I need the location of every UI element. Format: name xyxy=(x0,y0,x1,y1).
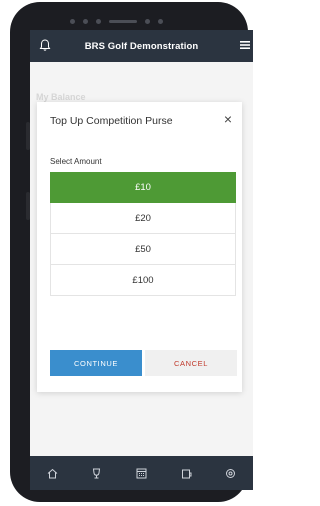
settings-icon xyxy=(226,468,236,478)
tab-settings[interactable] xyxy=(223,465,239,481)
tab-purse[interactable] xyxy=(178,465,194,481)
tab-competitions[interactable] xyxy=(89,465,105,481)
balance-heading: My Balance xyxy=(36,92,86,102)
app-screen: BRS Golf Demonstration My Balance Top Up… xyxy=(30,30,253,490)
cancel-button[interactable]: CANCEL xyxy=(145,350,237,376)
wallet-icon xyxy=(181,469,192,478)
top-up-dialog: Top Up Competition Purse × Select Amount… xyxy=(37,102,242,392)
bottom-tab-bar xyxy=(30,456,253,490)
phone-frame: BRS Golf Demonstration My Balance Top Up… xyxy=(10,2,253,502)
calendar-icon xyxy=(136,468,147,478)
amount-option-50[interactable]: £50 xyxy=(50,234,236,265)
tab-calendar[interactable] xyxy=(133,465,149,481)
amount-option-100[interactable]: £100 xyxy=(50,265,236,296)
home-icon xyxy=(47,468,58,478)
tab-home[interactable] xyxy=(44,465,60,481)
hamburger-menu-icon[interactable] xyxy=(239,39,251,51)
amount-options: £10 £20 £50 £100 xyxy=(50,172,236,296)
app-title: BRS Golf Demonstration xyxy=(84,40,199,52)
phone-status-indicators xyxy=(70,16,210,26)
dialog-title: Top Up Competition Purse xyxy=(50,115,173,127)
close-icon[interactable]: × xyxy=(224,111,232,127)
app-header: BRS Golf Demonstration xyxy=(30,30,253,62)
continue-button[interactable]: CONTINUE xyxy=(50,350,142,376)
bell-icon[interactable] xyxy=(38,38,52,52)
trophy-icon xyxy=(93,468,101,478)
amount-option-10[interactable]: £10 xyxy=(50,172,236,203)
select-amount-label: Select Amount xyxy=(50,157,102,166)
amount-option-20[interactable]: £20 xyxy=(50,203,236,234)
